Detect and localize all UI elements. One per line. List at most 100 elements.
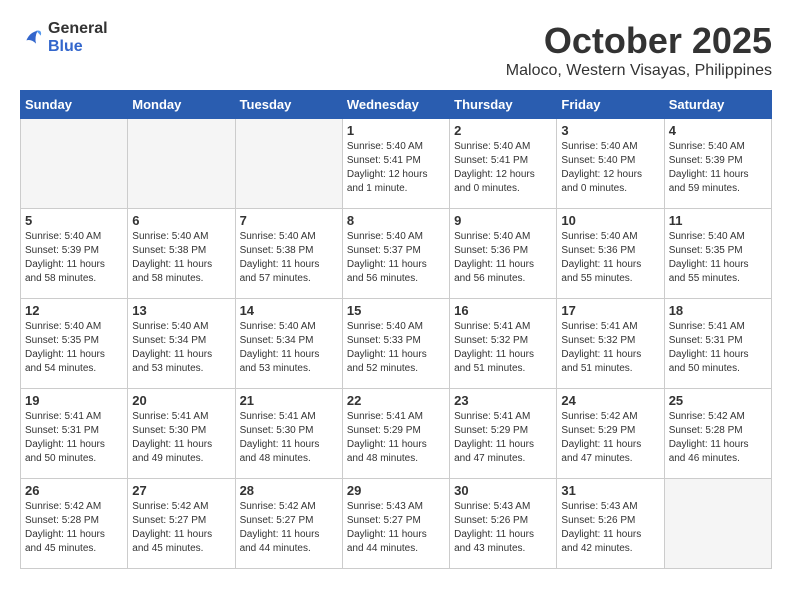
- day-info: Sunrise: 5:42 AMSunset: 5:27 PMDaylight:…: [240, 500, 338, 556]
- calendar-cell: 24 Sunrise: 5:42 AMSunset: 5:29 PMDayligh…: [557, 389, 664, 479]
- day-info: Sunrise: 5:40 AMSunset: 5:39 PMDaylight:…: [25, 230, 123, 286]
- day-number: 19: [25, 393, 123, 408]
- day-number: 6: [132, 213, 230, 228]
- calendar-cell: 5 Sunrise: 5:40 AMSunset: 5:39 PMDaylight…: [21, 209, 128, 299]
- day-number: 17: [561, 303, 659, 318]
- calendar-cell: 18 Sunrise: 5:41 AMSunset: 5:31 PMDayligh…: [664, 299, 771, 389]
- day-info: Sunrise: 5:40 AMSunset: 5:41 PMDaylight:…: [454, 140, 552, 196]
- day-number: 29: [347, 483, 445, 498]
- month-title: October 2025: [506, 20, 772, 62]
- day-info: Sunrise: 5:40 AMSunset: 5:38 PMDaylight:…: [132, 230, 230, 286]
- calendar-cell: [664, 479, 771, 569]
- calendar-cell: 3 Sunrise: 5:40 AMSunset: 5:40 PMDaylight…: [557, 119, 664, 209]
- calendar-cell: 8 Sunrise: 5:40 AMSunset: 5:37 PMDaylight…: [342, 209, 449, 299]
- calendar-cell: 6 Sunrise: 5:40 AMSunset: 5:38 PMDaylight…: [128, 209, 235, 299]
- calendar-week-3: 12 Sunrise: 5:40 AMSunset: 5:35 PMDayligh…: [21, 299, 772, 389]
- weekday-header-friday: Friday: [557, 91, 664, 119]
- calendar-cell: 11Sunrise: 5:40 AMSunset: 5:35 PMDayligh…: [664, 209, 771, 299]
- day-number: 14: [240, 303, 338, 318]
- logo-text-blue: Blue: [48, 38, 83, 55]
- day-info: Sunrise: 5:40 AMSunset: 5:34 PMDaylight:…: [132, 320, 230, 376]
- day-info: Sunrise: 5:40 AMSunset: 5:35 PMDaylight:…: [25, 320, 123, 376]
- calendar-cell: 23 Sunrise: 5:41 AMSunset: 5:29 PMDayligh…: [450, 389, 557, 479]
- calendar-week-5: 26Sunrise: 5:42 AMSunset: 5:28 PMDayligh…: [21, 479, 772, 569]
- location-title: Maloco, Western Visayas, Philippines: [506, 62, 772, 80]
- day-number: 28: [240, 483, 338, 498]
- day-number: 11: [669, 213, 767, 228]
- calendar-cell: 26Sunrise: 5:42 AMSunset: 5:28 PMDayligh…: [21, 479, 128, 569]
- calendar-table: SundayMondayTuesdayWednesdayThursdayFrid…: [20, 90, 772, 569]
- day-info: Sunrise: 5:41 AMSunset: 5:31 PMDaylight:…: [25, 410, 123, 466]
- calendar-cell: 9Sunrise: 5:40 AMSunset: 5:36 PMDaylight…: [450, 209, 557, 299]
- calendar-week-2: 5 Sunrise: 5:40 AMSunset: 5:39 PMDaylight…: [21, 209, 772, 299]
- day-number: 15: [347, 303, 445, 318]
- day-info: Sunrise: 5:40 AMSunset: 5:33 PMDaylight:…: [347, 320, 445, 376]
- day-info: Sunrise: 5:40 AMSunset: 5:40 PMDaylight:…: [561, 140, 659, 196]
- day-info: Sunrise: 5:40 AMSunset: 5:39 PMDaylight:…: [669, 140, 767, 196]
- day-number: 30: [454, 483, 552, 498]
- day-info: Sunrise: 5:42 AMSunset: 5:27 PMDaylight:…: [132, 500, 230, 556]
- page-header: General Blue October 2025 Maloco, Wester…: [20, 20, 772, 80]
- title-area: October 2025 Maloco, Western Visayas, Ph…: [506, 20, 772, 80]
- calendar-cell: 20Sunrise: 5:41 AMSunset: 5:30 PMDayligh…: [128, 389, 235, 479]
- day-number: 2: [454, 123, 552, 138]
- calendar-cell: 25Sunrise: 5:42 AMSunset: 5:28 PMDayligh…: [664, 389, 771, 479]
- calendar-cell: [235, 119, 342, 209]
- calendar-cell: 19 Sunrise: 5:41 AMSunset: 5:31 PMDayligh…: [21, 389, 128, 479]
- day-number: 25: [669, 393, 767, 408]
- day-info: Sunrise: 5:40 AMSunset: 5:34 PMDaylight:…: [240, 320, 338, 376]
- day-info: Sunrise: 5:40 AMSunset: 5:37 PMDaylight:…: [347, 230, 445, 286]
- day-number: 18: [669, 303, 767, 318]
- day-info: Sunrise: 5:40 AMSunset: 5:38 PMDaylight:…: [240, 230, 338, 286]
- calendar-week-1: 1 Sunrise: 5:40 AMSunset: 5:41 PMDaylight…: [21, 119, 772, 209]
- calendar-cell: 28 Sunrise: 5:42 AMSunset: 5:27 PMDayligh…: [235, 479, 342, 569]
- day-info: Sunrise: 5:43 AMSunset: 5:27 PMDaylight:…: [347, 500, 445, 556]
- calendar-cell: 29 Sunrise: 5:43 AMSunset: 5:27 PMDayligh…: [342, 479, 449, 569]
- calendar-cell: 12 Sunrise: 5:40 AMSunset: 5:35 PMDayligh…: [21, 299, 128, 389]
- calendar-cell: [128, 119, 235, 209]
- day-number: 21: [240, 393, 338, 408]
- calendar-header-row: SundayMondayTuesdayWednesdayThursdayFrid…: [21, 91, 772, 119]
- day-info: Sunrise: 5:41 AMSunset: 5:30 PMDaylight:…: [240, 410, 338, 466]
- weekday-header-saturday: Saturday: [664, 91, 771, 119]
- day-number: 12: [25, 303, 123, 318]
- day-number: 1: [347, 123, 445, 138]
- day-info: Sunrise: 5:40 AMSunset: 5:36 PMDaylight:…: [561, 230, 659, 286]
- calendar-cell: 30Sunrise: 5:43 AMSunset: 5:26 PMDayligh…: [450, 479, 557, 569]
- day-info: Sunrise: 5:41 AMSunset: 5:29 PMDaylight:…: [454, 410, 552, 466]
- day-number: 7: [240, 213, 338, 228]
- logo-bird-icon: [20, 26, 44, 50]
- logo: General Blue: [20, 20, 108, 56]
- calendar-cell: 15 Sunrise: 5:40 AMSunset: 5:33 PMDayligh…: [342, 299, 449, 389]
- calendar-cell: [21, 119, 128, 209]
- calendar-cell: 21 Sunrise: 5:41 AMSunset: 5:30 PMDayligh…: [235, 389, 342, 479]
- day-info: Sunrise: 5:42 AMSunset: 5:29 PMDaylight:…: [561, 410, 659, 466]
- day-number: 4: [669, 123, 767, 138]
- calendar-cell: 2 Sunrise: 5:40 AMSunset: 5:41 PMDaylight…: [450, 119, 557, 209]
- day-number: 8: [347, 213, 445, 228]
- day-number: 27: [132, 483, 230, 498]
- day-number: 20: [132, 393, 230, 408]
- day-info: Sunrise: 5:41 AMSunset: 5:32 PMDaylight:…: [454, 320, 552, 376]
- calendar-cell: 27 Sunrise: 5:42 AMSunset: 5:27 PMDayligh…: [128, 479, 235, 569]
- day-number: 9: [454, 213, 552, 228]
- weekday-header-wednesday: Wednesday: [342, 91, 449, 119]
- weekday-header-sunday: Sunday: [21, 91, 128, 119]
- calendar-cell: 10Sunrise: 5:40 AMSunset: 5:36 PMDayligh…: [557, 209, 664, 299]
- calendar-cell: 13 Sunrise: 5:40 AMSunset: 5:34 PMDayligh…: [128, 299, 235, 389]
- calendar-cell: 7 Sunrise: 5:40 AMSunset: 5:38 PMDaylight…: [235, 209, 342, 299]
- day-info: Sunrise: 5:41 AMSunset: 5:32 PMDaylight:…: [561, 320, 659, 376]
- weekday-header-monday: Monday: [128, 91, 235, 119]
- calendar-cell: 1Sunrise: 5:40 AMSunset: 5:41 PMDaylight…: [342, 119, 449, 209]
- day-info: Sunrise: 5:42 AMSunset: 5:28 PMDaylight:…: [25, 500, 123, 556]
- day-number: 5: [25, 213, 123, 228]
- day-number: 3: [561, 123, 659, 138]
- day-number: 23: [454, 393, 552, 408]
- day-number: 31: [561, 483, 659, 498]
- day-number: 16: [454, 303, 552, 318]
- day-number: 24: [561, 393, 659, 408]
- calendar-cell: 4 Sunrise: 5:40 AMSunset: 5:39 PMDaylight…: [664, 119, 771, 209]
- day-number: 13: [132, 303, 230, 318]
- calendar-week-4: 19 Sunrise: 5:41 AMSunset: 5:31 PMDayligh…: [21, 389, 772, 479]
- day-info: Sunrise: 5:41 AMSunset: 5:31 PMDaylight:…: [669, 320, 767, 376]
